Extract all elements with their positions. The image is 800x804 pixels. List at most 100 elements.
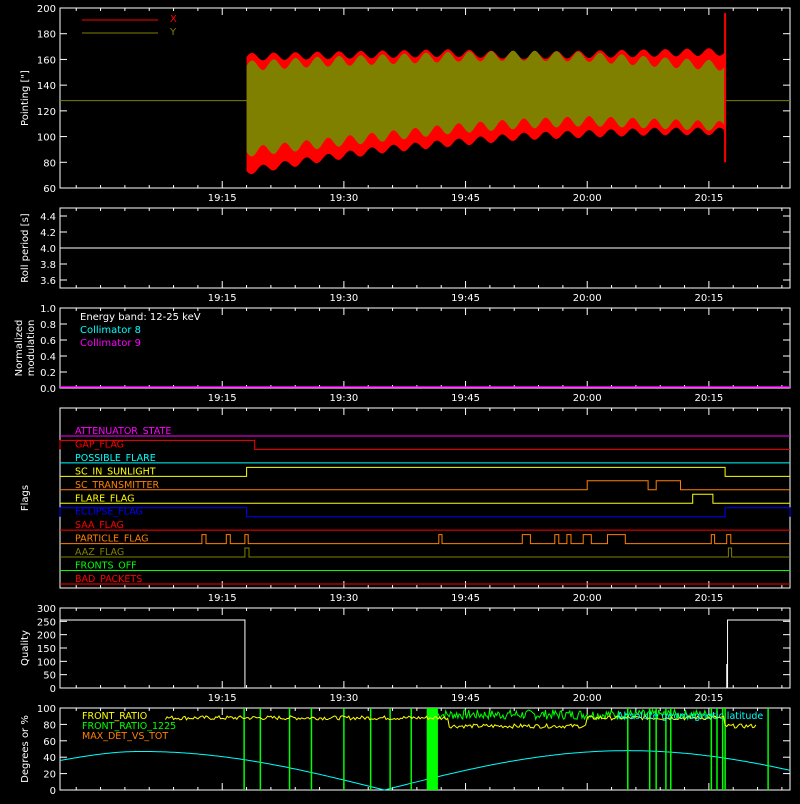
- front-ratio-1225-band: [427, 708, 438, 790]
- pointing-time-label: 19:15: [208, 193, 237, 204]
- modulation-time-label: 20:00: [573, 393, 602, 404]
- modulation-energy-band: Energy band: 12-25 keV: [80, 312, 201, 323]
- ratios-ytick-label: 40: [43, 753, 56, 764]
- roll-ylabel: Roll period [s]: [20, 213, 31, 282]
- quality-time-label: 20:00: [573, 693, 602, 704]
- modulation-ytick-label: 0.2: [40, 368, 56, 379]
- roll-time-label: 19:15: [208, 293, 237, 304]
- flags-time-label: 19:45: [451, 593, 480, 604]
- modulation-time-label: 19:45: [451, 393, 480, 404]
- pointing-ytick-label: 140: [37, 81, 56, 92]
- pointing-time-label: 19:30: [329, 193, 358, 204]
- rhessi-quicklook-stage: 60 80 100 120 140 160 180 200 Pointing ["] X Y 19:1…: [0, 0, 800, 800]
- roll-ytick-label: 4.2: [40, 228, 56, 239]
- pointing-legend-x-label: X: [170, 14, 177, 25]
- ratios-ylabel-text: Degrees or %: [20, 715, 31, 783]
- flag-label-possible-flare: POSSIBLE_FLARE: [75, 453, 156, 464]
- modulation-ytick-label: 0.8: [40, 320, 56, 331]
- ratios-ytick-label: 0: [50, 786, 56, 797]
- flag-trace-flare-flag: [60, 493, 790, 504]
- flag-label-bad-packets: BAD_PACKETS: [75, 574, 142, 585]
- pointing-ytick-label: 80: [43, 158, 56, 169]
- roll-ytick-label: 3.6: [40, 276, 56, 287]
- flag-label-particle-flag: PARTICLE_FLAG: [75, 534, 148, 545]
- modulation-ylabel-text: modulation: [26, 320, 37, 377]
- pointing-ytick-label: 200: [37, 4, 56, 15]
- geomag-latitude-curve: [59, 750, 791, 791]
- flag-trace-particle-flag: [60, 534, 790, 545]
- flags-time-label: 19:30: [329, 593, 358, 604]
- modulation-collimator-9: Collimator 9: [80, 338, 141, 349]
- roll-ytick-label: 4.4: [40, 212, 56, 223]
- flag-label-eclipse-flag: ECLIPSE_FLAG: [75, 507, 143, 518]
- flag-label-aaz-flag: AAZ_FLAG: [75, 547, 124, 558]
- flags-time-label: 20:15: [694, 593, 723, 604]
- pointing-time-label: 20:15: [694, 193, 723, 204]
- pointing-ytick-label: 120: [37, 107, 56, 118]
- pointing-ytick-label: 160: [37, 55, 56, 66]
- quality-ytick-label: 50: [43, 671, 56, 682]
- flags-time-label: 19:15: [208, 593, 237, 604]
- flag-label-attenuator-state: ATTENUATOR_STATE: [75, 426, 171, 437]
- ratios-legend-max-det: MAX_DET_VS_TOT: [82, 731, 168, 742]
- ratios-ytick-label: 80: [43, 720, 56, 731]
- pointing-ytick-label: 60: [43, 184, 56, 195]
- flag-trace-eclipse-flag: [59, 507, 791, 518]
- quality-ytick-label: 250: [37, 617, 56, 628]
- modulation-ytick-label: 0.0: [40, 384, 56, 395]
- roll-time-label: 19:30: [329, 293, 358, 304]
- roll-ylabel-text: Roll period [s]: [20, 213, 31, 282]
- ratios-ytick-label: 60: [43, 737, 56, 748]
- flag-label-gap-flag: GAP_FLAG: [75, 439, 124, 450]
- modulation-time-label: 19:30: [329, 393, 358, 404]
- quality-ytick-label: 0: [50, 684, 56, 695]
- flags-time-label: 20:00: [573, 593, 602, 604]
- pointing-ytick-label: 180: [37, 30, 56, 41]
- ratios-ytick-label: 100: [37, 704, 56, 715]
- quality-time-label: 19:15: [208, 693, 237, 704]
- quality-trace: [60, 619, 790, 689]
- quality-ylabel: Quality: [20, 630, 31, 666]
- ratios-ytick-label: 20: [43, 770, 56, 781]
- pointing-ytick-label: 100: [37, 133, 56, 144]
- flag-label-fronts-off: FRONTS_OFF: [75, 561, 137, 572]
- modulation-ytick-label: 1.0: [40, 304, 56, 315]
- quality-ytick-label: 150: [37, 644, 56, 655]
- flag-label-sc-transmitter: SC_TRANSMITTER: [75, 480, 160, 491]
- flag-trace-gap-flag: [59, 439, 790, 450]
- roll-ytick-label: 4.0: [40, 244, 56, 255]
- modulation-collimator-8: Collimator 8: [80, 325, 141, 336]
- flag-label-sc-in-sunlight: SC_IN_SUNLIGHT: [75, 466, 156, 477]
- modulation-ylabel: Normalized modulation: [14, 320, 37, 377]
- roll-time-label: 20:15: [694, 293, 723, 304]
- flags-ylabel: Flags: [20, 485, 31, 511]
- flag-trace-sc-in-sunlight: [60, 466, 790, 477]
- ratios-ylabel: Degrees or %: [20, 715, 31, 783]
- modulation-time-label: 20:15: [694, 393, 723, 404]
- roll-ytick-label: 3.8: [40, 260, 56, 271]
- flag-trace-sc-transmitter: [60, 480, 790, 491]
- modulation-ytick-label: 0.6: [40, 336, 56, 347]
- modulation-ylabel-text: Normalized: [14, 320, 25, 377]
- quality-ytick-label: 100: [37, 657, 56, 668]
- pointing-ylabel-text: Pointing ["]: [20, 70, 31, 126]
- roll-time-label: 20:00: [573, 293, 602, 304]
- pointing-legend-y-label: Y: [169, 27, 177, 38]
- quality-time-label: 19:30: [329, 693, 358, 704]
- flags-ylabel-text: Flags: [20, 485, 31, 511]
- pointing-ylabel: Pointing ["]: [20, 70, 31, 126]
- ratios-legend-geomag: Absolute geomagnetic latitude: [617, 711, 763, 722]
- quality-time-label: 20:15: [694, 693, 723, 704]
- pointing-time-label: 19:45: [451, 193, 480, 204]
- quality-time-label: 19:45: [451, 693, 480, 704]
- pointing-time-label: 20:00: [573, 193, 602, 204]
- quicklook-figure: 6080100120140160180200Pointing ["]XY19:1…: [14, 4, 791, 797]
- flag-trace-aaz-flag: [60, 547, 790, 558]
- quality-ytick-label: 200: [37, 631, 56, 642]
- roll-time-label: 19:45: [451, 293, 480, 304]
- quality-ylabel-text: Quality: [20, 630, 31, 666]
- modulation-time-label: 19:15: [208, 393, 237, 404]
- flag-label-flare-flag: FLARE_FLAG: [75, 493, 135, 504]
- quality-ytick-label: 300: [37, 604, 56, 615]
- flag-label-saa-flag: SAA_FLAG: [75, 520, 124, 531]
